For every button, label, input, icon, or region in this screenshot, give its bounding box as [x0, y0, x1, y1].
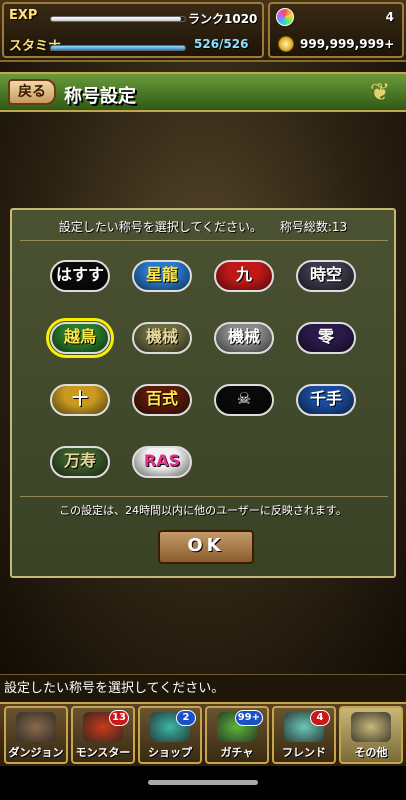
main-area: 戻る 称号設定 ❦ 設定したい称号を選択してください。 称号総数:13 はすす星…	[0, 62, 406, 674]
message-ticker: 設定したい称号を選択してください。	[0, 674, 406, 702]
page-title: 称号設定	[64, 86, 136, 107]
nav-count-badge: 99+	[234, 710, 263, 726]
stamina-value: 526/526	[194, 37, 249, 51]
title-badge[interactable]: RAS	[132, 446, 192, 478]
ok-button[interactable]: OK	[158, 530, 254, 564]
title-badge-grid: はすす 星龍九時空 越鳥 機械 機械零十百式 ☠ 千手 万寿 RAS	[46, 260, 360, 478]
title-badge[interactable]: 万寿	[50, 446, 110, 478]
exp-bar	[50, 16, 186, 22]
title-badge[interactable]: 九	[214, 260, 274, 292]
nav-label: ガチャ	[220, 746, 254, 759]
system-bar	[0, 766, 406, 800]
coin-icon	[278, 36, 294, 52]
stone-count: 4	[385, 10, 394, 24]
nav-count-badge: 2	[176, 710, 196, 726]
title-badge[interactable]: 星龍	[132, 260, 192, 292]
title-badge[interactable]: 千手	[296, 384, 356, 416]
title-badge[interactable]: 機械	[132, 322, 192, 354]
exp-bar-fill	[51, 17, 181, 21]
title-badge[interactable]: 零	[296, 322, 356, 354]
nav-label: ダンジョン	[8, 746, 64, 759]
title-bar: 戻る 称号設定 ❦	[0, 72, 406, 112]
title-badge[interactable]: 機械	[214, 322, 274, 354]
title-badge[interactable]: 時空	[296, 260, 356, 292]
nav-label: モンスター	[75, 746, 131, 759]
coin-count: 999,999,999+	[300, 37, 395, 51]
nav-item-5[interactable]: 4 フレンド	[272, 706, 336, 764]
home-indicator[interactable]	[148, 780, 258, 785]
title-badge[interactable]: 越鳥	[46, 318, 114, 358]
stamina-bar-fill	[51, 46, 185, 50]
nav-count-badge: 13	[109, 710, 129, 726]
other-icon	[351, 712, 391, 742]
dialog-header: 設定したい称号を選択してください。 称号総数:13	[12, 218, 394, 235]
magic-stone-icon	[276, 8, 294, 26]
title-badge[interactable]: 十	[50, 384, 110, 416]
rank-value: ランク1020	[188, 12, 258, 26]
nav-count-badge: 4	[310, 710, 330, 726]
leaf-ornament-icon: ❦	[370, 78, 391, 106]
nav-item-2[interactable]: 13 モンスター	[71, 706, 135, 764]
stamina-bar	[50, 45, 186, 51]
nav-item-4[interactable]: 99+ ガチャ	[205, 706, 269, 764]
bottom-nav: ダンジョン 13 モンスター 2 ショップ 99+ ガチャ 4 フレンド その他	[0, 702, 406, 766]
title-select-dialog: 設定したい称号を選択してください。 称号総数:13 はすす 星龍九時空 越鳥 機械 機械…	[10, 208, 396, 578]
nav-label: ショップ	[148, 746, 192, 759]
nav-label: フレンド	[282, 746, 326, 759]
currency-panel: 4 999,999,999+	[268, 2, 404, 58]
nav-label: その他	[354, 746, 388, 759]
dialog-prompt: 設定したい称号を選択してください。	[58, 220, 263, 234]
title-badge[interactable]: ☠	[214, 384, 274, 416]
back-button[interactable]: 戻る	[8, 79, 56, 105]
status-bar: EXP ランク1020 スタミナ 526/526 4 999,999,999+	[0, 0, 406, 62]
reflect-note: この設定は、24時間以内に他のユーザーに反映されます。	[59, 504, 347, 517]
dungeon-gate-icon	[16, 712, 56, 742]
nav-item-6[interactable]: その他	[339, 706, 403, 764]
divider	[20, 496, 388, 497]
title-badge[interactable]: 百式	[132, 384, 192, 416]
nav-item-1[interactable]: ダンジョン	[4, 706, 68, 764]
nav-item-3[interactable]: 2 ショップ	[138, 706, 202, 764]
title-badge[interactable]: はすす	[50, 260, 110, 292]
title-total: 称号総数:13	[279, 220, 348, 234]
divider	[20, 240, 388, 241]
exp-label: EXP	[9, 8, 38, 23]
player-stats-panel: EXP ランク1020 スタミナ 526/526	[2, 2, 264, 58]
